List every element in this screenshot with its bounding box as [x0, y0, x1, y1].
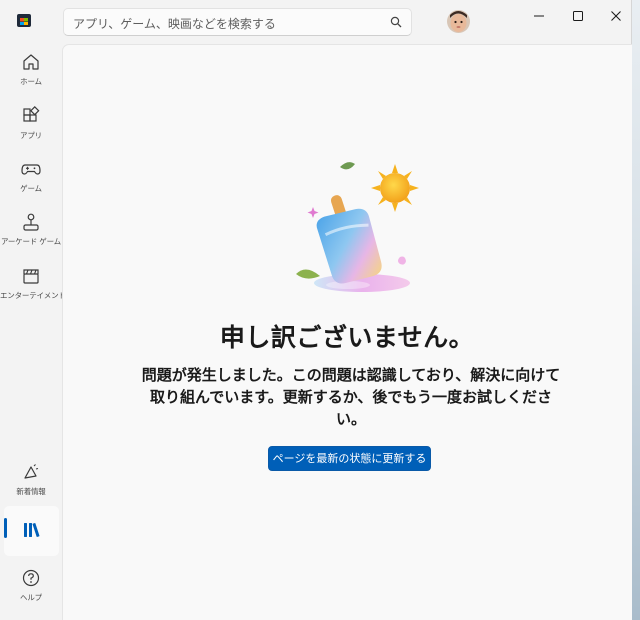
megaphone-icon [24, 464, 39, 479]
search-box[interactable]: アプリ、ゲーム、映画などを検索する [63, 8, 412, 36]
minimize-icon [534, 15, 544, 17]
store-window: アプリ、ゲーム、映画などを検索する ホーム アプリ ゲーム アーケード ゲーム … [0, 0, 632, 620]
sidebar-item-help[interactable]: ヘルプ [0, 568, 62, 603]
sidebar-item-label: エンターテイメント [0, 291, 66, 300]
error-message: 問題が発生しました。この問題は認識しており、解決に向けて取り組んでいます。更新す… [141, 366, 561, 428]
help-icon [22, 569, 40, 587]
gamepad-icon [21, 164, 41, 175]
close-button[interactable] [599, 6, 633, 26]
sidebar-item-whats-new[interactable]: 新着情報 [0, 462, 62, 497]
search-input[interactable]: アプリ、ゲーム、映画などを検索する [73, 15, 276, 32]
sidebar-item-label: ヘルプ [20, 593, 42, 602]
active-indicator [4, 518, 7, 538]
search-icon[interactable] [390, 16, 402, 28]
user-avatar[interactable] [447, 10, 470, 33]
sidebar-item-label: ホーム [20, 77, 42, 86]
maximize-icon [573, 11, 583, 21]
home-icon [23, 54, 39, 70]
joystick-icon [23, 213, 39, 231]
refresh-page-button[interactable]: ページを最新の状態に更新する [268, 446, 431, 471]
sidebar-item-home[interactable]: ホーム [0, 52, 62, 87]
sidebar-item-label: ゲーム [20, 184, 42, 193]
melting-popsicle-illustration [296, 162, 419, 292]
sidebar-item-entertainment[interactable]: エンターテイメント [0, 266, 66, 301]
sidebar-item-games[interactable]: ゲーム [0, 159, 62, 194]
minimize-button[interactable] [522, 6, 556, 26]
sidebar-item-apps[interactable]: アプリ [0, 106, 62, 141]
error-title: 申し訳ございません。 [219, 323, 475, 352]
store-logo-icon [17, 14, 31, 27]
desktop-background [632, 0, 640, 620]
title-bar: アプリ、ゲーム、映画などを検索する [0, 0, 632, 44]
sidebar-item-label: 新着情報 [16, 487, 46, 496]
library-icon [24, 523, 40, 537]
sidebar-item-label: アーケード ゲーム [1, 237, 61, 246]
apps-icon [23, 106, 40, 122]
sidebar-item-arcade[interactable]: アーケード ゲーム [0, 212, 62, 247]
sidebar-item-label: アプリ [20, 131, 42, 140]
maximize-button[interactable] [561, 6, 595, 26]
clapperboard-icon [23, 269, 39, 284]
close-icon [611, 11, 621, 21]
